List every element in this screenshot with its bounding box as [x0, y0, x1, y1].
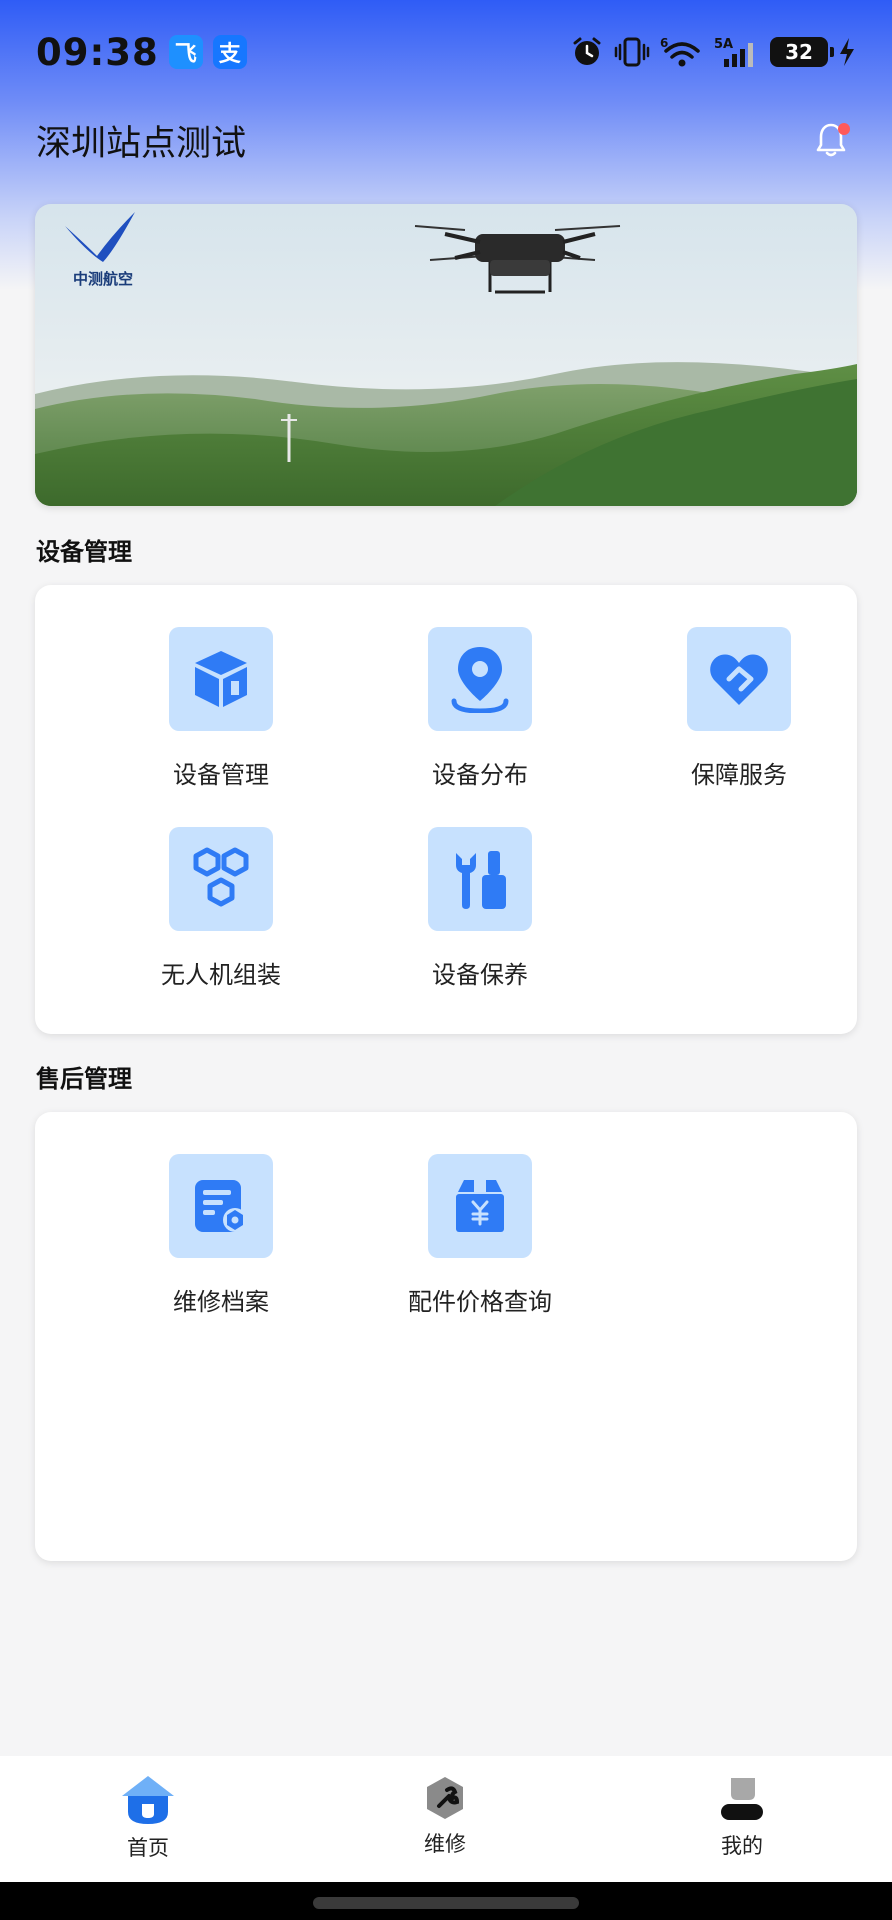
tile-icon-bg [169, 1154, 273, 1258]
tile-label: 保障服务 [691, 761, 787, 789]
tile-label: 维修档案 [173, 1288, 269, 1316]
wifi-icon: 6 [660, 36, 700, 67]
tile-icon-bg [169, 627, 273, 731]
device-distribution-tile[interactable]: 设备分布 [370, 627, 590, 797]
battery-indicator: 32 [770, 37, 834, 67]
tile-label: 设备保养 [432, 961, 528, 989]
home-gesture-handle[interactable] [313, 1897, 579, 1909]
banner-logo-text: 中测航空 [73, 270, 134, 288]
page-header: 深圳站点测试 [36, 110, 856, 170]
drone-assembly-tile[interactable]: 无人机组装 [111, 827, 331, 997]
notification-bell-button[interactable] [806, 115, 856, 165]
notification-dot [838, 123, 850, 135]
device-section-title: 设备管理 [36, 538, 132, 566]
device-maintenance-tile[interactable]: 设备保养 [370, 827, 590, 997]
nav-label: 首页 [127, 1836, 169, 1860]
wrench-screwdriver-icon [456, 851, 506, 909]
promo-banner[interactable]: 中测航空 [35, 204, 857, 506]
hexagon-cluster-icon [193, 847, 249, 907]
nav-label: 我的 [721, 1834, 763, 1858]
charging-icon [840, 38, 854, 66]
device-management-card: 设备管理 设备分布 保障服务 无人机组装 设备保养 [35, 585, 857, 1034]
document-gear-icon [195, 1180, 247, 1232]
location-pin-icon [451, 647, 509, 713]
aftersales-management-card: 维修档案 配件价格查询 [35, 1112, 857, 1561]
alipay-notification-badge: 支 [212, 35, 247, 69]
yuan-box-icon [456, 1180, 504, 1232]
repair-records-tile[interactable]: 维修档案 [111, 1154, 331, 1324]
alarm-icon [573, 37, 601, 65]
status-time: 09:38 [36, 30, 159, 74]
box-icon [195, 651, 247, 707]
tile-label: 设备管理 [173, 761, 269, 789]
app-notification-badge: 飞 [168, 35, 203, 69]
tile-icon-bg [428, 1154, 532, 1258]
banner-image [35, 204, 857, 506]
nav-home[interactable]: 首页 [68, 1774, 228, 1874]
repair-icon [427, 1777, 463, 1819]
nav-repair[interactable]: 维修 [365, 1774, 525, 1874]
heart-handshake-icon [710, 654, 768, 705]
cellular-signal-icon: 5A [714, 37, 753, 67]
tile-label: 配件价格查询 [408, 1288, 552, 1316]
site-title: 深圳站点测试 [36, 123, 247, 164]
profile-icon [721, 1778, 763, 1820]
network-type-label: 5A [714, 37, 733, 52]
tile-label: 设备分布 [432, 761, 528, 789]
battery-level: 32 [785, 40, 813, 64]
tile-icon-bg [169, 827, 273, 931]
aftersales-section-title: 售后管理 [36, 1065, 132, 1093]
tile-icon-bg [687, 627, 791, 731]
nav-label: 维修 [424, 1832, 466, 1856]
system-gesture-bar [0, 1882, 892, 1920]
tile-label: 无人机组装 [161, 961, 281, 989]
device-management-tile[interactable]: 设备管理 [111, 627, 331, 797]
tile-icon-bg [428, 827, 532, 931]
tile-icon-bg [428, 627, 532, 731]
bottom-navigation: 首页 维修 我的 [0, 1756, 892, 1882]
status-bar: 09:38 飞 支 6 5A 32 [0, 0, 892, 104]
support-service-tile[interactable]: 保障服务 [629, 627, 849, 797]
vibrate-icon [614, 37, 650, 67]
home-icon [122, 1776, 174, 1824]
parts-price-query-tile[interactable]: 配件价格查询 [370, 1154, 590, 1324]
nav-profile[interactable]: 我的 [662, 1774, 822, 1874]
